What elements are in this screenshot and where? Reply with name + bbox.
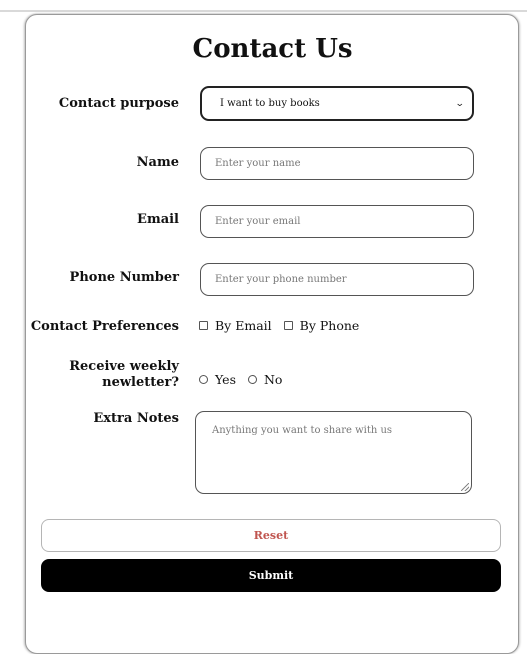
by-phone-checkbox[interactable] [283,321,293,330]
newsletter-no-label: No [263,372,283,387]
reset-button[interactable]: Reset [41,519,501,552]
newsletter-no-option[interactable]: No [247,372,283,387]
extra-notes-label: Extra Notes [93,411,179,426]
extra-notes-textarea[interactable] [195,411,472,494]
chevron-down-icon: ⌄ [455,98,466,109]
newsletter-label-line2: newletter? [102,375,179,390]
by-email-label: By Email [215,318,272,333]
contact-purpose-select[interactable]: I want to buy books ⌄ [200,86,474,121]
name-label: Name [136,155,179,170]
contact-purpose-label: Contact purpose [58,96,179,111]
email-field[interactable] [200,205,474,238]
newsletter-label-line1: Receive weekly [69,359,179,374]
top-divider [0,10,527,12]
contact-preferences-label: Contact Preferences [30,319,179,334]
by-email-checkbox[interactable] [199,321,208,330]
email-label: Email [137,212,179,227]
resize-grip-icon[interactable] [461,483,469,491]
contact-purpose-selected-value: I want to buy books [220,98,320,109]
newsletter-options: Yes No [199,372,294,387]
phone-field[interactable] [200,263,474,296]
phone-label: Phone Number [69,270,179,285]
submit-button[interactable]: Submit [41,559,501,592]
by-email-option[interactable]: By Email [199,318,272,333]
newsletter-yes-option[interactable]: Yes [199,372,236,387]
page-title: Contact Us [192,34,353,64]
name-field[interactable] [200,147,474,180]
newsletter-yes-label: Yes [215,372,236,387]
newsletter-no-radio[interactable] [247,375,257,384]
by-phone-label: By Phone [299,318,360,333]
by-phone-option[interactable]: By Phone [283,318,360,333]
newsletter-label: Receive weekly newletter? [0,359,179,391]
contact-preferences-options: By Email By Phone [199,318,371,333]
newsletter-yes-radio[interactable] [199,375,208,384]
